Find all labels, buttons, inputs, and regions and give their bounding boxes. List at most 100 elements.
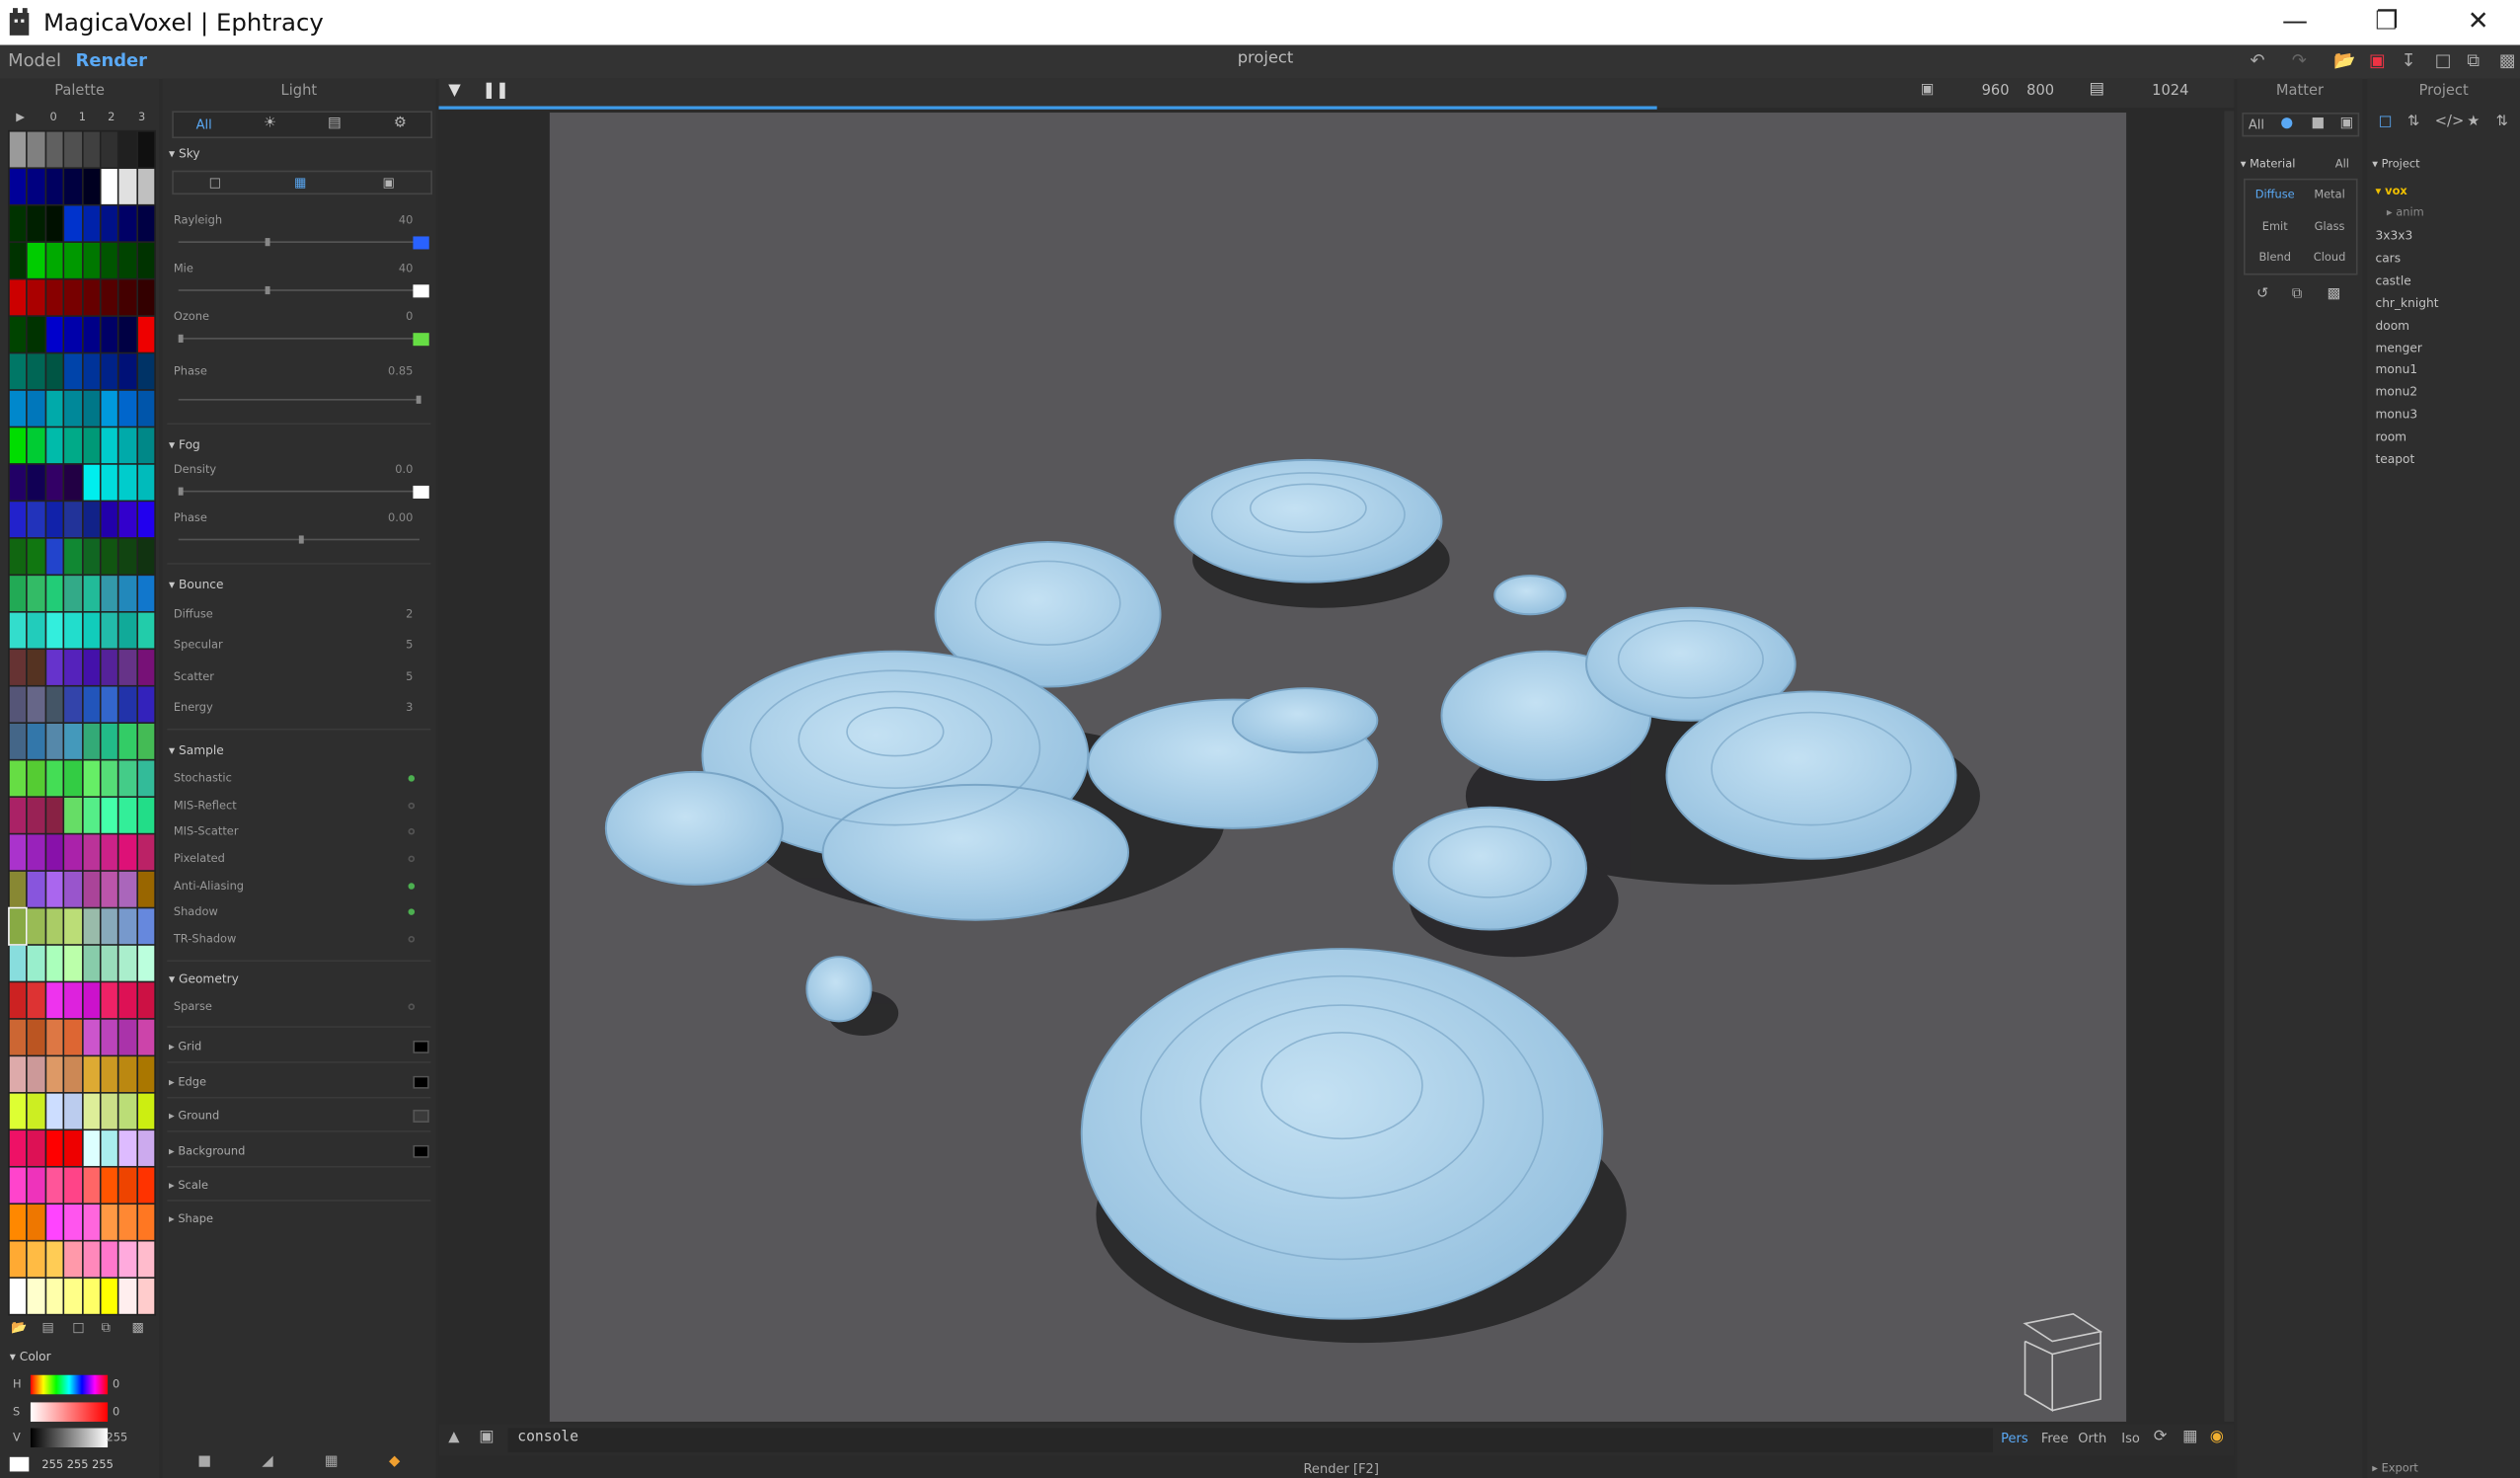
palette-swatch[interactable]: [64, 1130, 82, 1166]
palette-swatch[interactable]: [9, 834, 27, 871]
specular-row[interactable]: Specular 5: [162, 635, 425, 658]
palette-swatch[interactable]: [118, 612, 136, 649]
palette-swatch[interactable]: [45, 1167, 63, 1204]
palette-swatch[interactable]: [137, 1167, 155, 1204]
palette-swatch[interactable]: [9, 169, 27, 204]
palette-swatch[interactable]: [137, 576, 155, 611]
palette-swatch[interactable]: [82, 316, 100, 352]
rayleigh-slider[interactable]: [178, 238, 420, 247]
samples-icon[interactable]: ▤: [2090, 80, 2104, 98]
sky-atmosphere-icon[interactable]: ▦: [294, 176, 306, 191]
palette-swatch[interactable]: [45, 279, 63, 316]
tab-render[interactable]: Render: [76, 49, 148, 70]
file-item[interactable]: cars: [2375, 251, 2401, 266]
camera-icon[interactable]: ▣: [479, 1428, 494, 1445]
palette-swatch[interactable]: [64, 686, 82, 723]
mie-color-swatch[interactable]: [413, 284, 429, 298]
palette-swatch[interactable]: [118, 797, 136, 833]
palette-swatch[interactable]: [82, 612, 100, 649]
file-item[interactable]: chr_knight: [2375, 295, 2438, 310]
palette-new-icon[interactable]: □: [72, 1320, 84, 1335]
palette-swatch[interactable]: [82, 538, 100, 575]
pixelated-toggle[interactable]: [408, 855, 416, 863]
palette-swatch[interactable]: [64, 205, 82, 242]
palette-swatch[interactable]: [64, 612, 82, 649]
palette-swatch[interactable]: [64, 1278, 82, 1314]
matter-filter-all[interactable]: All: [2249, 117, 2264, 132]
palette-swatch[interactable]: [118, 390, 136, 427]
palette-swatch[interactable]: [64, 1019, 82, 1055]
palette-swatch[interactable]: [137, 316, 155, 352]
palette-swatch[interactable]: [118, 650, 136, 685]
palette-swatch[interactable]: [64, 724, 82, 759]
palette-swatch[interactable]: [137, 871, 155, 907]
palette-swatch[interactable]: [118, 169, 136, 204]
grid-color-swatch[interactable]: [413, 1040, 429, 1053]
scatter-row[interactable]: Scatter 5: [162, 667, 425, 690]
specular-value[interactable]: 5: [406, 639, 413, 652]
palette-swatch[interactable]: [137, 834, 155, 871]
palette-swatch[interactable]: [64, 760, 82, 797]
material-all[interactable]: All: [2335, 158, 2349, 171]
fog-phase-row[interactable]: Phase 0.00: [162, 508, 425, 531]
palette-swatch[interactable]: [45, 686, 63, 723]
palette-swatch[interactable]: [101, 871, 118, 907]
palette-swatch[interactable]: [28, 316, 45, 352]
mis-reflect-toggle[interactable]: [408, 802, 416, 810]
phase-row[interactable]: Phase 0.85: [162, 362, 425, 385]
energy-value[interactable]: 3: [406, 701, 413, 714]
file-item[interactable]: room: [2375, 429, 2406, 444]
material-diffuse[interactable]: Diffuse: [2249, 189, 2302, 201]
palette-swatch[interactable]: [28, 1278, 45, 1314]
fog-phase-slider[interactable]: [178, 535, 420, 544]
palette-swatch[interactable]: [101, 464, 118, 501]
color-picker[interactable]: H 0 S 0 V 255 255 255 255: [9, 1373, 155, 1472]
palette-swatch[interactable]: [82, 353, 100, 390]
histogram-icon[interactable]: ▤: [328, 116, 342, 131]
palette-swatch[interactable]: [137, 428, 155, 464]
pause-icon[interactable]: ❚❚: [482, 82, 508, 100]
palette-swatch[interactable]: [45, 316, 63, 352]
palette-swatch[interactable]: [28, 242, 45, 278]
tr-shadow-toggle[interactable]: [408, 936, 416, 943]
ozone-row[interactable]: Ozone 0: [162, 307, 425, 330]
saturation-bar[interactable]: [30, 1402, 109, 1422]
palette-swatch[interactable]: [101, 650, 118, 685]
palette-swatch[interactable]: [82, 945, 100, 981]
diffuse-value[interactable]: 2: [406, 608, 413, 621]
palette-swatch[interactable]: [137, 724, 155, 759]
palette-swatch[interactable]: [64, 131, 82, 168]
palette-swatch[interactable]: [45, 353, 63, 390]
palette-swatch[interactable]: [82, 797, 100, 833]
palette-swatch[interactable]: [9, 1167, 27, 1204]
palette-swatch[interactable]: [101, 131, 118, 168]
palette-swatch[interactable]: [45, 797, 63, 833]
palette-swatch[interactable]: [9, 428, 27, 464]
palette-swatch[interactable]: [137, 1093, 155, 1129]
delete-icon[interactable]: ▩: [2499, 49, 2516, 70]
reset-icon[interactable]: ↺: [2256, 286, 2268, 302]
folder-vox[interactable]: ▾ vox: [2375, 185, 2406, 197]
material-blend[interactable]: Blend: [2249, 251, 2302, 264]
palette-swatch[interactable]: [28, 871, 45, 907]
file-item[interactable]: teapot: [2375, 452, 2414, 467]
palette-swatch[interactable]: [137, 502, 155, 538]
palette-save-icon[interactable]: ▤: [41, 1320, 53, 1335]
file-item[interactable]: 3x3x3: [2375, 228, 2412, 243]
palette-swatch[interactable]: [28, 724, 45, 759]
palette-swatch[interactable]: [45, 612, 63, 649]
render-menu-icon[interactable]: ▼: [448, 82, 461, 100]
palette-swatch[interactable]: [64, 945, 82, 981]
render-width[interactable]: 960: [1982, 84, 2010, 100]
palette-swatch[interactable]: [118, 538, 136, 575]
palette-swatch[interactable]: [118, 353, 136, 390]
palette-swatch[interactable]: [45, 428, 63, 464]
palette-swatch[interactable]: [28, 390, 45, 427]
palette-swatch[interactable]: [9, 502, 27, 538]
close-icon[interactable]: ✕: [2462, 5, 2494, 36]
palette-swatch[interactable]: [9, 464, 27, 501]
palette-swatch[interactable]: [28, 169, 45, 204]
palette-swatch[interactable]: [9, 1093, 27, 1129]
palette-swatch[interactable]: [137, 131, 155, 168]
mis-scatter-row[interactable]: MIS-Scatter: [162, 821, 425, 844]
